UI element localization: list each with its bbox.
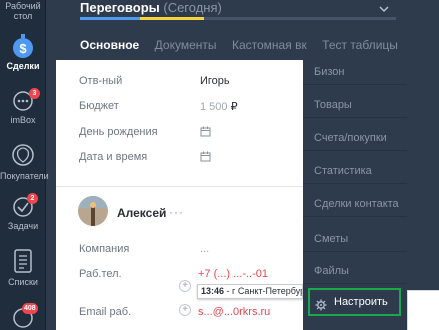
settings-button[interactable]: Настроить <box>308 288 401 316</box>
field-label-work-phone: Раб.тел. <box>79 268 122 280</box>
currency-symbol: ₽ <box>230 101 238 113</box>
section-divider <box>56 186 303 187</box>
svg-text:$: $ <box>19 41 27 56</box>
background-page-fragment <box>407 290 439 330</box>
nav-item-label: Задачи <box>7 221 39 231</box>
nav-item-label: Списки <box>8 277 38 287</box>
tab-bar: Основное Документы Кастомная вк Тест таб… <box>80 36 435 54</box>
add-phone-button[interactable]: + <box>179 280 191 292</box>
left-nav: Рабочий стол $ Сделки 3 imBox Покупатели… <box>0 0 49 330</box>
nav-item-tasks[interactable]: 2 Задачи <box>0 193 46 231</box>
nav-item-customers[interactable]: Покупатели <box>0 142 49 181</box>
field-value-budget[interactable]: 1 500 ₽ <box>200 100 238 113</box>
field-label-work-email: Email раб. <box>79 306 132 318</box>
tab-test-table[interactable]: Тест таблицы <box>322 38 398 52</box>
list-icon <box>12 248 34 274</box>
field-label-datetime: Дата и время <box>79 151 148 163</box>
deal-header: Переговоры (Сегодня) Основное Документы … <box>46 0 439 68</box>
tasks-badge: 2 <box>27 193 38 204</box>
mail-badge: 408 <box>22 303 38 314</box>
nav-item-imbox[interactable]: 3 imBox <box>0 88 46 125</box>
pipeline-progress-current <box>140 17 204 20</box>
gear-icon <box>315 296 327 320</box>
nav-item-label: Покупатели <box>0 171 49 181</box>
calendar-icon[interactable] <box>200 151 211 165</box>
menu-item-contact-deals[interactable]: Сделки контакта <box>303 192 407 217</box>
menu-item-bizon[interactable]: Бизон <box>303 60 407 85</box>
budget-amount: 1 500 <box>200 101 228 113</box>
nav-item-lists[interactable]: Списки <box>0 248 46 287</box>
tab-documents[interactable]: Документы <box>155 38 217 52</box>
page-title: Переговоры (Сегодня) <box>80 0 222 15</box>
pipeline-progress <box>80 17 396 20</box>
unread-badge: 3 <box>29 88 40 99</box>
nav-item-label: imBox <box>10 115 36 125</box>
right-edge-panel <box>407 0 439 330</box>
chat-icon: 3 <box>12 88 40 112</box>
location-tooltip: 13:46 - г Санкт-Петербург <box>197 284 303 299</box>
calendar-icon[interactable] <box>200 126 211 140</box>
avatar[interactable] <box>78 196 108 226</box>
field-label-birthday: День рождения <box>79 126 158 138</box>
field-label-budget: Бюджет <box>79 100 119 112</box>
tab-custom[interactable]: Кастомная вк <box>232 38 307 52</box>
deal-stage-date: (Сегодня) <box>163 0 222 15</box>
field-value-work-phone[interactable]: +7 (...) ...-..-01 <box>198 268 268 280</box>
mail-icon: 408 <box>12 303 38 329</box>
menu-item-statistics[interactable]: Статистика <box>303 159 407 184</box>
contact-more-button[interactable]: ··· <box>169 205 184 219</box>
pipeline-progress-passed <box>80 17 140 20</box>
tab-main[interactable]: Основное <box>80 38 139 52</box>
nav-item-label: Сделки <box>6 61 40 71</box>
field-label-company: Компания <box>79 243 130 255</box>
menu-item-invoices[interactable]: Счета/покупки <box>303 126 407 151</box>
deal-stage-name: Переговоры <box>80 0 160 15</box>
dollar-icon: $ <box>12 34 34 58</box>
menu-item-estimates[interactable]: Сметы <box>303 227 407 252</box>
tooltip-time: 13:46 <box>201 286 225 296</box>
menu-item-products[interactable]: Товары <box>303 93 407 118</box>
nav-item-label: Рабочий стол <box>5 1 41 21</box>
menu-item-files[interactable]: Файлы <box>303 259 407 284</box>
customers-icon <box>12 142 34 168</box>
nav-item-deals[interactable]: $ Сделки <box>0 34 46 71</box>
nav-item-mail[interactable]: 408 <box>0 303 46 330</box>
nav-item-dashboard[interactable]: Рабочий стол <box>0 1 46 21</box>
field-label-responsible: Отв-ный <box>79 75 123 87</box>
add-email-button[interactable]: + <box>179 304 191 316</box>
settings-label: Настроить <box>334 296 388 308</box>
field-value-work-email[interactable]: s...@...0rkrs.ru <box>198 306 270 318</box>
field-value-company[interactable]: ... <box>200 243 209 255</box>
check-icon: 2 <box>12 193 38 218</box>
tooltip-location: - г Санкт-Петербург <box>224 286 303 296</box>
chevron-down-icon[interactable] <box>379 0 389 18</box>
contact-name[interactable]: Алексей <box>117 206 166 220</box>
field-value-responsible[interactable]: Игорь <box>200 75 230 87</box>
